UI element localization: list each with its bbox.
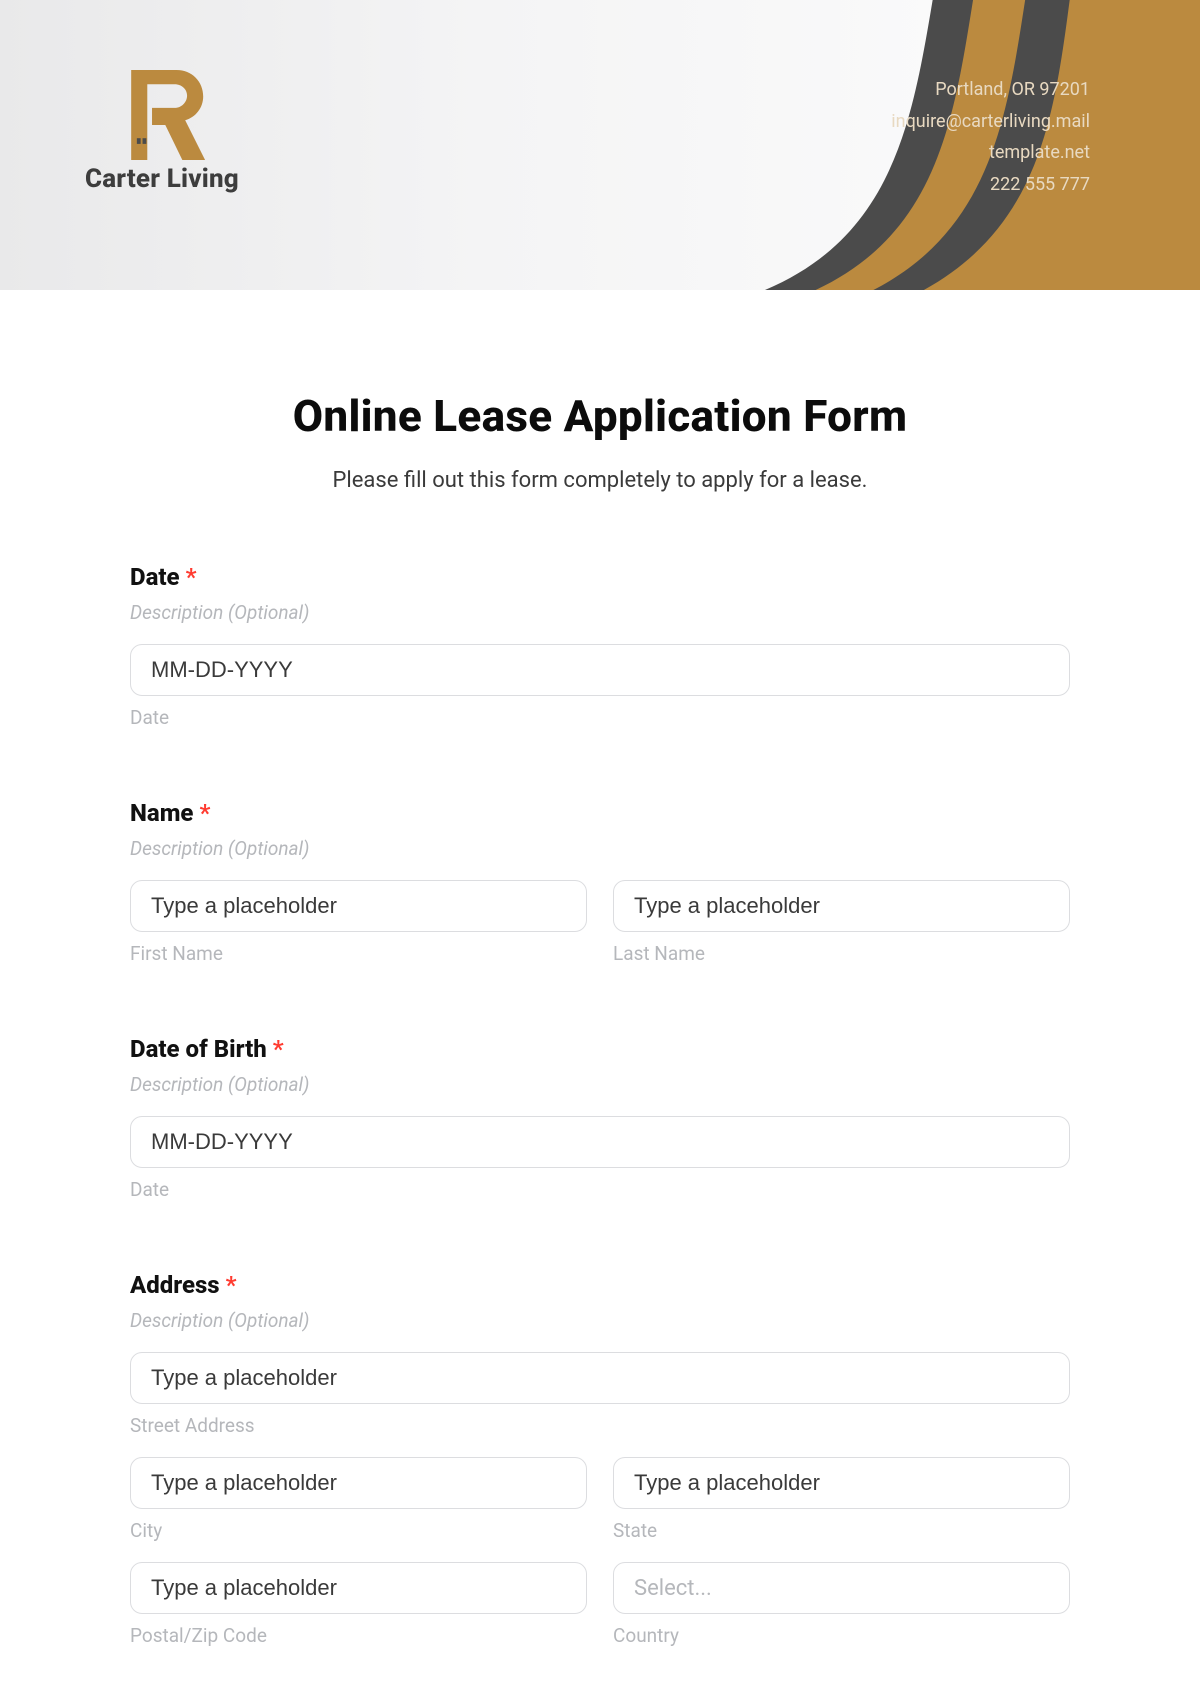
field-label-text: Date bbox=[130, 563, 180, 591]
city-input[interactable] bbox=[130, 1457, 587, 1509]
field-description: Description (Optional) bbox=[130, 1309, 1070, 1332]
postal-input[interactable] bbox=[130, 1562, 587, 1614]
brand-name: Carter Living bbox=[85, 164, 239, 194]
field-sublabel: City bbox=[130, 1519, 587, 1542]
street-address-input[interactable] bbox=[130, 1352, 1070, 1404]
last-name-input[interactable] bbox=[613, 880, 1070, 932]
field-sublabel: Country bbox=[613, 1624, 1070, 1647]
form-subtitle: Please fill out this form completely to … bbox=[130, 468, 1070, 493]
field-label-text: Date of Birth bbox=[130, 1035, 267, 1063]
brand-logo-mark-icon bbox=[114, 70, 209, 160]
contact-phone: 222 555 777 bbox=[891, 169, 1090, 201]
field-label-date: Date * bbox=[130, 563, 1070, 591]
field-group-address: Address * Description (Optional) Street … bbox=[130, 1271, 1070, 1647]
field-description: Description (Optional) bbox=[130, 601, 1070, 624]
form-title: Online Lease Application Form bbox=[130, 390, 1070, 442]
field-label-dob: Date of Birth * bbox=[130, 1035, 1070, 1063]
header-swoosh-graphic bbox=[560, 0, 1200, 290]
field-group-name: Name * Description (Optional) First Name… bbox=[130, 799, 1070, 965]
first-name-input[interactable] bbox=[130, 880, 587, 932]
form-container: Online Lease Application Form Please fil… bbox=[0, 290, 1200, 1707]
contact-web: template.net bbox=[891, 137, 1090, 169]
field-sublabel: Postal/Zip Code bbox=[130, 1624, 587, 1647]
contact-address: Portland, OR 97201 bbox=[891, 74, 1090, 106]
state-input[interactable] bbox=[613, 1457, 1070, 1509]
contact-block: Portland, OR 97201 inquire@carterliving.… bbox=[891, 74, 1090, 200]
required-mark: * bbox=[186, 563, 197, 591]
field-sublabel: Street Address bbox=[130, 1414, 1070, 1437]
required-mark: * bbox=[199, 799, 210, 827]
field-group-date: Date * Description (Optional) Date bbox=[130, 563, 1070, 729]
field-sublabel: Date bbox=[130, 706, 1070, 729]
field-description: Description (Optional) bbox=[130, 837, 1070, 860]
header-banner: Carter Living Portland, OR 97201 inquire… bbox=[0, 0, 1200, 290]
required-mark: * bbox=[226, 1271, 237, 1299]
dob-input[interactable] bbox=[130, 1116, 1070, 1168]
field-label-text: Name bbox=[130, 799, 193, 827]
field-description: Description (Optional) bbox=[130, 1073, 1070, 1096]
field-label-text: Address bbox=[130, 1271, 220, 1299]
field-label-name: Name * bbox=[130, 799, 1070, 827]
date-input[interactable] bbox=[130, 644, 1070, 696]
field-label-address: Address * bbox=[130, 1271, 1070, 1299]
country-select[interactable]: Select... bbox=[613, 1562, 1070, 1614]
brand-logo: Carter Living bbox=[85, 70, 239, 194]
field-sublabel: Date bbox=[130, 1178, 1070, 1201]
contact-email: inquire@carterliving.mail bbox=[891, 106, 1090, 138]
field-sublabel: First Name bbox=[130, 942, 587, 965]
field-sublabel: Last Name bbox=[613, 942, 1070, 965]
field-group-dob: Date of Birth * Description (Optional) D… bbox=[130, 1035, 1070, 1201]
field-sublabel: State bbox=[613, 1519, 1070, 1542]
required-mark: * bbox=[273, 1035, 284, 1063]
